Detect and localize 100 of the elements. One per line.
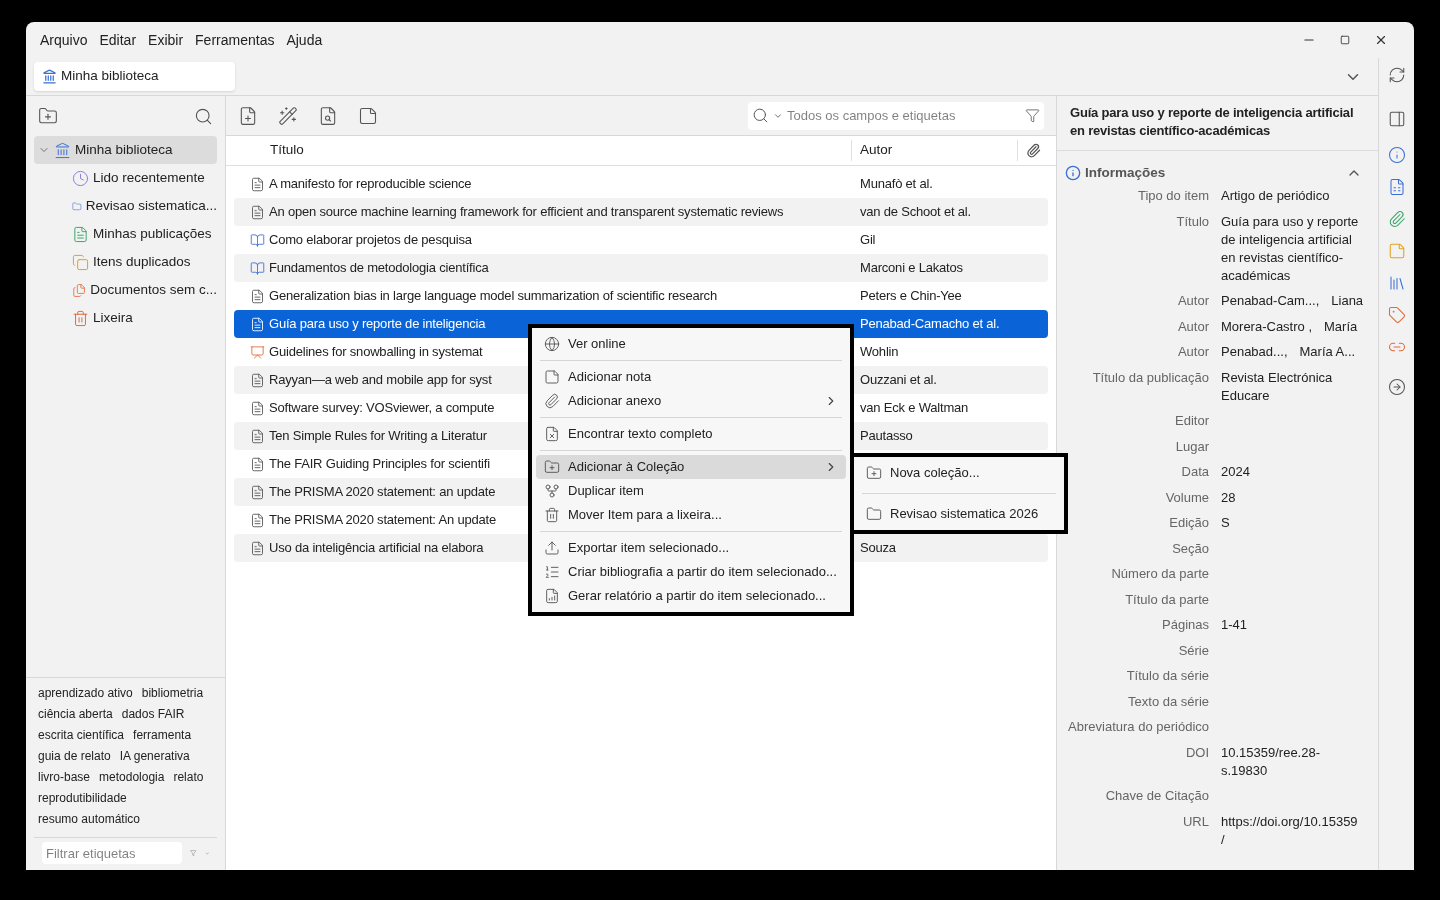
close-icon[interactable]	[1374, 33, 1388, 47]
field-value[interactable]: Revista Electrónica Educare	[1221, 368, 1361, 405]
title-cell[interactable]: Uso da inteligência artificial na elabora	[269, 538, 484, 558]
collection-item[interactable]: Minhas publicações	[34, 220, 217, 248]
field-label: Chave de Citação	[1104, 787, 1209, 806]
collection-item[interactable]: Itens duplicados	[34, 248, 217, 276]
tag-label[interactable]: dados FAIR	[121, 705, 185, 723]
field-label: DOI	[1184, 743, 1209, 762]
tag-label[interactable]: guia de relato	[38, 747, 111, 765]
tag-label[interactable]: escrita científica	[38, 726, 125, 744]
title-cell[interactable]: The FAIR Guiding Principles for scientifi	[269, 454, 490, 474]
duplicate-icon	[72, 253, 89, 271]
title-cell[interactable]: Guía para uso y reporte de inteligencia	[269, 314, 486, 334]
collection-item[interactable]: Documentos sem c...	[34, 276, 217, 304]
menu-title[interactable]: Arquivo	[40, 29, 88, 51]
info-icon[interactable]	[1387, 146, 1406, 164]
new-collection-icon[interactable]	[38, 106, 58, 126]
menu-item[interactable]: Adicionar anexo	[536, 389, 846, 413]
new-item-icon[interactable]	[238, 105, 258, 126]
field-value[interactable]: 2024	[1221, 463, 1361, 482]
document-icon	[250, 484, 265, 500]
menu-item[interactable]: Mover Item para a lixeira...	[536, 503, 846, 527]
search-icon[interactable]	[194, 106, 213, 126]
paperclip-icon[interactable]	[1387, 210, 1406, 228]
menu-item[interactable]: Ver online	[536, 332, 846, 356]
menu-title[interactable]: Editar	[99, 29, 137, 51]
panel-icon[interactable]	[1387, 110, 1406, 128]
menu-item[interactable]: Gerar relatório a partir do item selecionado...	[536, 584, 846, 608]
field-value[interactable]: María A...	[1299, 343, 1356, 362]
menu-item[interactable]: Revisao sistematica 2026	[858, 502, 1060, 526]
search-input[interactable]: Todos os campos e etiquetas	[787, 105, 1021, 126]
collection-item[interactable]: Lido recentemente	[34, 164, 217, 192]
menu-item[interactable]: Criar bibliografia a partir do item selecionado...	[536, 560, 846, 584]
search-icon[interactable]	[752, 107, 769, 124]
tag-label[interactable]: livro-base	[38, 768, 91, 786]
title-cell[interactable]: Generalization bias in large language model summarization of scientific research	[269, 286, 717, 306]
tag-label[interactable]: IA generativa	[119, 747, 190, 765]
menu-item[interactable]: Encontrar texto completo	[536, 422, 846, 446]
sync-icon[interactable]	[1387, 66, 1406, 84]
field-value[interactable]: https://doi.org/10.15359/	[1221, 812, 1361, 849]
library-icon[interactable]	[1387, 274, 1406, 292]
book-icon	[250, 260, 265, 276]
tag-label[interactable]: resumo automático	[38, 810, 141, 828]
title-cell[interactable]: The PRISMA 2020 statement: an update	[269, 482, 496, 502]
menu-title[interactable]: Ajuda	[286, 29, 323, 51]
field-value[interactable]: Penabad-Cam...,	[1221, 292, 1320, 311]
tag-icon[interactable]	[1387, 306, 1406, 324]
field-value[interactable]: Morera-Castro ,	[1221, 317, 1313, 336]
maximize-icon[interactable]	[1340, 35, 1350, 45]
field-value[interactable]: Penabad...,	[1221, 343, 1288, 362]
title-cell[interactable]: An open source machine learning framework for efficient and transparent systematic reviews	[269, 202, 784, 222]
field-value[interactable]: 10.15359/ree.28-s.19830	[1221, 743, 1361, 780]
note-icon[interactable]	[358, 105, 378, 126]
author-cell-text: Gil	[859, 231, 876, 250]
menu-item[interactable]: Nova coleção...	[858, 461, 1060, 485]
title-cell[interactable]: Como elaborar projetos de pesquisa	[269, 230, 472, 250]
title-cell[interactable]: Software survey: VOSviewer, a compute	[269, 398, 495, 418]
field-value[interactable]: 1-41	[1221, 616, 1361, 635]
documents-icon	[72, 281, 87, 299]
field-value[interactable]: 28	[1221, 488, 1361, 507]
menu-item[interactable]: Adicionar à Coleção	[536, 455, 846, 479]
field-value[interactable]: Artigo de periódico	[1221, 187, 1361, 206]
title-cell[interactable]: Guidelines for snowballing in systemat	[269, 342, 483, 362]
menu-item[interactable]: Adicionar nota	[536, 365, 846, 389]
menu-item[interactable]: Duplicar item	[536, 479, 846, 503]
tag-filter-field[interactable]: Filtrar etiquetas	[42, 842, 182, 864]
fork-icon	[544, 483, 560, 499]
tag-label[interactable]: metodologia	[99, 768, 165, 786]
column-header[interactable]: Título	[226, 140, 852, 161]
collection-item[interactable]: Minha biblioteca	[34, 136, 217, 164]
pdf-icon	[544, 426, 560, 442]
field-value[interactable]: Liana	[1331, 292, 1364, 311]
filter-icon[interactable]	[1025, 108, 1040, 123]
magic-wand-icon[interactable]	[278, 105, 298, 126]
note-icon	[544, 369, 560, 385]
collection-item[interactable]: Lixeira	[34, 304, 217, 332]
title-cell[interactable]: Fundamentos de metodologia científica	[269, 258, 489, 278]
menu-title[interactable]: Ferramentas	[195, 29, 275, 51]
title-cell[interactable]: A manifesto for reproducible science	[269, 174, 472, 194]
title-cell[interactable]: Ten Simple Rules for Writing a Literatur	[269, 426, 487, 446]
author-cell-text: Pautasso	[859, 427, 913, 446]
locate-icon[interactable]	[1387, 378, 1406, 396]
tag-label[interactable]: reprodutibilidade	[38, 789, 127, 807]
title-cell[interactable]: Rayyan—a web and mobile app for syst	[269, 370, 492, 390]
tag-label[interactable]: ferramenta	[133, 726, 192, 744]
collection-item[interactable]: Revisao sistematica...	[34, 192, 217, 220]
search-field[interactable]: Todos os campos e etiquetas	[748, 101, 1044, 130]
field-value[interactable]: María	[1324, 317, 1358, 336]
menu-title[interactable]: Exibir	[148, 29, 184, 51]
title-cell[interactable]: The PRISMA 2020 statement: An update	[269, 510, 496, 530]
tag-label[interactable]: ciência aberta	[38, 705, 113, 723]
field-value[interactable]: S	[1221, 514, 1361, 533]
tag-label[interactable]: aprendizado ativo	[38, 684, 133, 702]
menu-item[interactable]: Exportar item selecionado...	[536, 536, 846, 560]
library-tab[interactable]: Minha biblioteca	[34, 62, 235, 91]
column-header[interactable]: Autor	[852, 140, 1018, 161]
field-value[interactable]: Guía para uso y reporte de inteligencia artificial en revistas científico-académicas	[1221, 212, 1361, 285]
trash-icon	[72, 309, 89, 327]
tag-label[interactable]: bibliometria	[141, 684, 204, 702]
tag-label[interactable]: relato	[173, 768, 204, 786]
